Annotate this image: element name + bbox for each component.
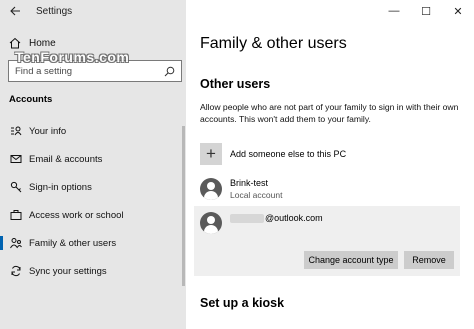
close-button[interactable]: ✕ [442, 0, 474, 22]
search-input[interactable] [15, 65, 155, 77]
remove-button[interactable]: Remove [404, 251, 454, 269]
maximize-button[interactable]: ☐ [410, 0, 442, 22]
home-link[interactable]: Home [9, 37, 56, 49]
other-users-description: Allow people who are not part of your fa… [200, 102, 459, 124]
sidebar-item-label: Your info [29, 125, 67, 137]
page-title: Family & other users [200, 35, 347, 52]
sidebar-item-label: Sync your settings [29, 265, 107, 277]
people-icon [10, 238, 22, 249]
back-arrow-icon [9, 6, 20, 16]
sidebar-item-sign-in-options[interactable]: Sign-in options [0, 176, 186, 198]
sidebar-item-sync-settings[interactable]: Sync your settings [0, 260, 186, 282]
sidebar-item-email-accounts[interactable]: Email & accounts [0, 148, 186, 170]
app-title: Settings [36, 5, 73, 17]
title-bar: Settings [0, 0, 186, 22]
other-users-heading: Other users [200, 77, 271, 91]
user-entry-brink-test[interactable]: Brink-test Local account [200, 178, 282, 201]
main-content: — ☐ ✕ Family & other users Other users A… [186, 0, 474, 329]
home-icon [9, 37, 21, 49]
back-button[interactable] [0, 0, 30, 22]
sidebar-item-access-work[interactable]: Access work or school [0, 204, 186, 226]
add-user-label: Add someone else to this PC [230, 149, 347, 159]
avatar [200, 212, 222, 234]
user-email: @outlook.com [265, 213, 323, 223]
plus-icon: + [200, 143, 222, 165]
redacted-email-prefix [230, 214, 264, 224]
section-title: Accounts [9, 94, 53, 105]
sidebar-item-label: Sign-in options [29, 181, 92, 193]
avatar [200, 178, 222, 200]
user-name: Brink-test [230, 178, 269, 188]
window-controls: — ☐ ✕ [378, 0, 474, 22]
sync-icon [11, 265, 21, 277]
user-card-icon [11, 126, 22, 136]
key-icon [10, 181, 22, 193]
sidebar-item-label: Access work or school [29, 209, 124, 221]
home-label: Home [29, 37, 56, 49]
briefcase-icon [10, 210, 22, 220]
sidebar-item-family-other-users[interactable]: Family & other users [0, 232, 186, 254]
sidebar-item-your-info[interactable]: Your info [0, 120, 186, 142]
sidebar-item-label: Family & other users [29, 237, 117, 249]
change-account-type-button[interactable]: Change account type [304, 251, 398, 269]
sidebar-scrollbar[interactable] [182, 126, 185, 286]
search-icon[interactable] [164, 66, 175, 77]
minimize-button[interactable]: — [378, 0, 410, 22]
user-entry-outlook[interactable]: @outlook.com [200, 212, 323, 234]
watermark: TenForums.com [15, 49, 130, 65]
add-user-button[interactable]: + Add someone else to this PC [200, 143, 346, 165]
user-account-type: Local account [230, 190, 283, 200]
mail-icon [10, 155, 22, 163]
sidebar-item-label: Email & accounts [29, 153, 103, 165]
sidebar: Settings Home TenForums.com Accounts You… [0, 0, 186, 329]
kiosk-heading: Set up a kiosk [200, 296, 285, 310]
